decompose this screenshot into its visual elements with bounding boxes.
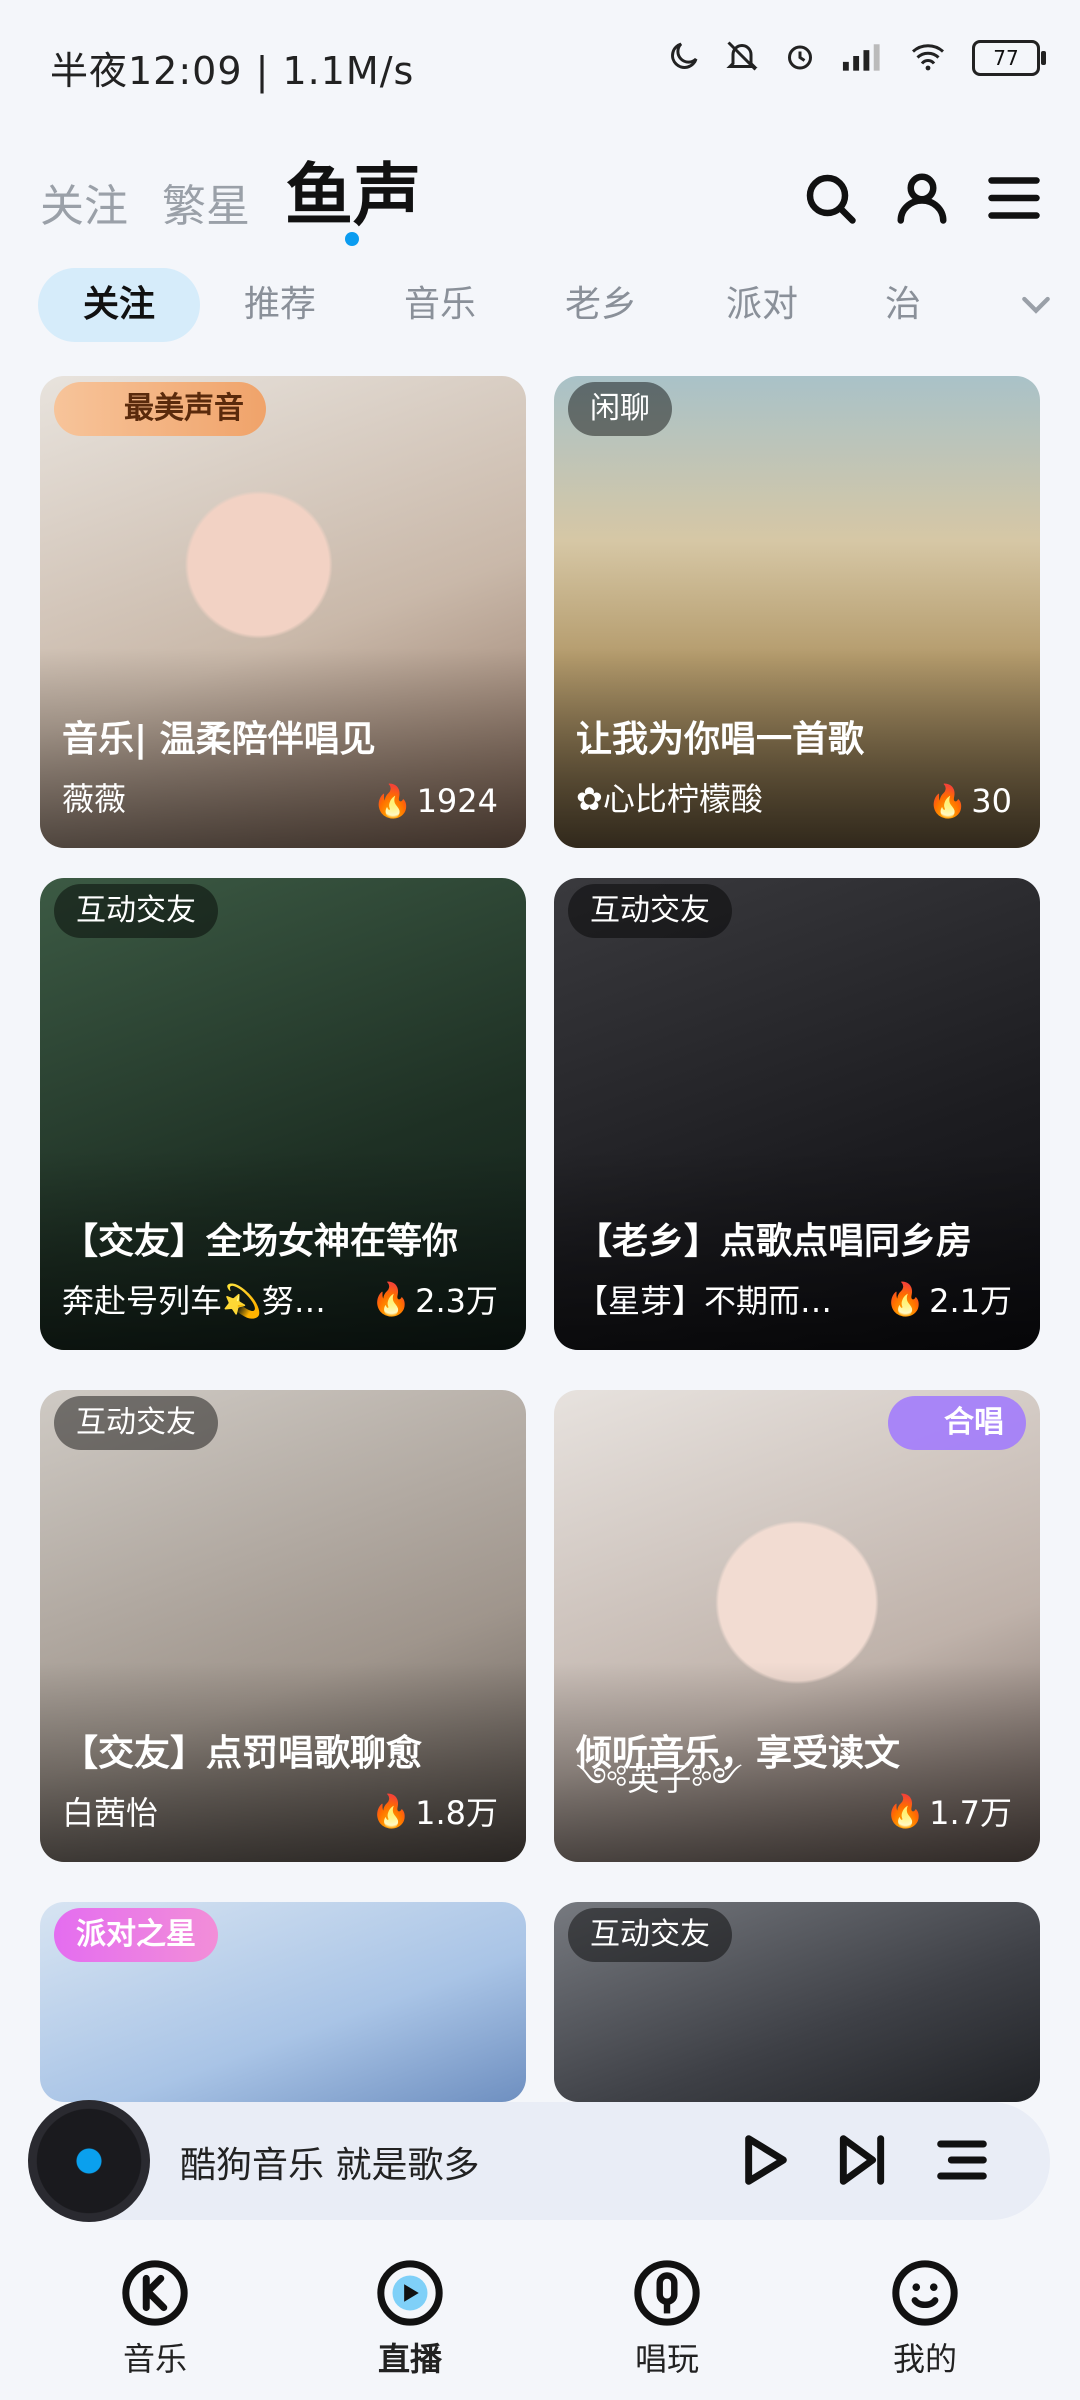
card-title: 【老乡】点歌点唱同乡房 <box>576 1221 973 1262</box>
card-host: ✿心比柠檬酸 <box>576 780 763 818</box>
card-heat: 🔥 2.1万 <box>885 1280 1012 1320</box>
kugou-k-icon <box>85 2258 225 2328</box>
card-host: 薇薇 <box>62 780 127 818</box>
nav-sing-play[interactable]: 唱玩 <box>597 2258 737 2380</box>
alarm-icon <box>782 38 818 78</box>
room-card[interactable]: 互动交友 【老乡】点歌点唱同乡房 【星芽】不期而… 🔥 2.1万 <box>554 878 1040 1350</box>
card-badge: 合唱 <box>888 1396 1026 1450</box>
room-card[interactable]: 互动交友 【交友】点罚唱歌聊愈 白茜怡 🔥 1.8万 <box>40 1390 526 1862</box>
room-card[interactable]: 合唱 倾听音乐，享受读文 ༺英子༻ 🔥 1.7万 <box>554 1390 1040 1862</box>
card-title: 【交友】点罚唱歌聊愈 <box>62 1733 423 1774</box>
tab-stars[interactable]: 繁星 <box>162 170 250 234</box>
card-host: 白茜怡 <box>62 1794 159 1832</box>
chip-hometown[interactable]: 老乡 <box>536 268 666 342</box>
top-nav: 关注 繁星 鱼声 <box>0 130 1080 250</box>
play-icon[interactable] <box>730 2128 794 2192</box>
card-badge: 互动交友 <box>54 1396 218 1450</box>
flame-icon: 🔥 <box>885 1280 926 1318</box>
category-chips: 关注 推荐 音乐 老乡 派对 治 <box>0 262 1080 352</box>
card-heat: 🔥 1924 <box>372 782 498 820</box>
album-disc[interactable] <box>28 2100 150 2222</box>
signal-icon <box>840 38 884 78</box>
nav-label: 我的 <box>892 2340 957 2378</box>
battery-icon: 77 <box>972 40 1046 76</box>
status-time: 半夜12:09 | 1.1M/s <box>50 49 415 93</box>
card-title: 让我为你唱一首歌 <box>576 719 865 760</box>
playlist-icon[interactable] <box>930 2128 994 2192</box>
flame-icon: 🔥 <box>371 1280 412 1318</box>
nav-label: 直播 <box>377 2340 442 2378</box>
next-track-icon[interactable] <box>830 2128 894 2192</box>
tab-follow[interactable]: 关注 <box>40 170 128 234</box>
card-host: 【星芽】不期而… <box>576 1282 833 1320</box>
card-title: 音乐| 温柔陪伴唱见 <box>62 719 376 760</box>
room-card[interactable]: 闲聊 让我为你唱一首歌 ✿心比柠檬酸 🔥 30 <box>554 376 1040 848</box>
card-badge: 闲聊 <box>568 382 672 436</box>
room-card[interactable]: 最美声音 音乐| 温柔陪伴唱见 薇薇 🔥 1924 <box>40 376 526 848</box>
menu-icon[interactable] <box>984 168 1044 228</box>
player-text: 酷狗音乐 就是歌多 <box>180 2145 480 2186</box>
mini-player[interactable]: 酷狗音乐 就是歌多 <box>30 2102 1050 2220</box>
card-badge: 互动交友 <box>54 884 218 938</box>
card-host: ༺英子༻ <box>576 1760 743 1798</box>
card-badge: 互动交友 <box>568 884 732 938</box>
card-badge: 互动交友 <box>568 1908 732 1962</box>
wifi-icon <box>906 38 950 78</box>
bottom-nav: 音乐 直播 唱玩 我的 <box>0 2240 1080 2400</box>
nav-music[interactable]: 音乐 <box>85 2258 225 2380</box>
status-icons: 77 <box>666 38 1046 78</box>
chip-party[interactable]: 派对 <box>697 268 827 342</box>
nav-mine[interactable]: 我的 <box>855 2258 995 2380</box>
room-card[interactable]: 互动交友 【交友】全场女神在等你 奔赴号列车💫努… 🔥 2.3万 <box>40 878 526 1350</box>
smiley-face-icon <box>855 2258 995 2328</box>
card-heat: 🔥 30 <box>927 782 1012 820</box>
card-badge: 派对之星 <box>54 1908 218 1962</box>
flame-icon: 🔥 <box>372 782 413 820</box>
nav-label: 音乐 <box>122 2340 187 2378</box>
chip-heal[interactable]: 治 <box>858 268 948 342</box>
card-title: 【交友】全场女神在等你 <box>62 1221 459 1262</box>
moon-icon <box>666 38 702 78</box>
card-badge: 最美声音 <box>54 382 266 436</box>
chip-music[interactable]: 音乐 <box>375 268 505 342</box>
chevron-down-icon[interactable] <box>1016 284 1056 324</box>
room-card[interactable]: 派对之星 <box>40 1902 526 2102</box>
flame-icon: 🔥 <box>885 1792 926 1830</box>
tab-fish-voice[interactable]: 鱼声 <box>285 140 421 239</box>
user-icon[interactable] <box>892 168 952 228</box>
card-heat: 🔥 1.8万 <box>371 1792 498 1832</box>
chip-follow[interactable]: 关注 <box>38 268 200 342</box>
chip-recommend[interactable]: 推荐 <box>215 268 345 342</box>
card-heat: 🔥 2.3万 <box>371 1280 498 1320</box>
card-heat: 🔥 1.7万 <box>885 1792 1012 1832</box>
nav-live[interactable]: 直播 <box>340 2258 480 2380</box>
status-bar: 半夜12:09 | 1.1M/s 77 <box>0 0 1080 120</box>
search-icon[interactable] <box>800 168 860 228</box>
live-play-icon <box>340 2258 480 2328</box>
flame-icon: 🔥 <box>371 1792 412 1830</box>
active-tab-indicator <box>345 232 359 246</box>
microphone-icon <box>597 2258 737 2328</box>
mute-bell-icon <box>724 38 760 78</box>
nav-label: 唱玩 <box>634 2340 699 2378</box>
room-card[interactable]: 互动交友 <box>554 1902 1040 2102</box>
flame-icon: 🔥 <box>927 782 968 820</box>
card-host: 奔赴号列车💫努… <box>62 1282 326 1320</box>
